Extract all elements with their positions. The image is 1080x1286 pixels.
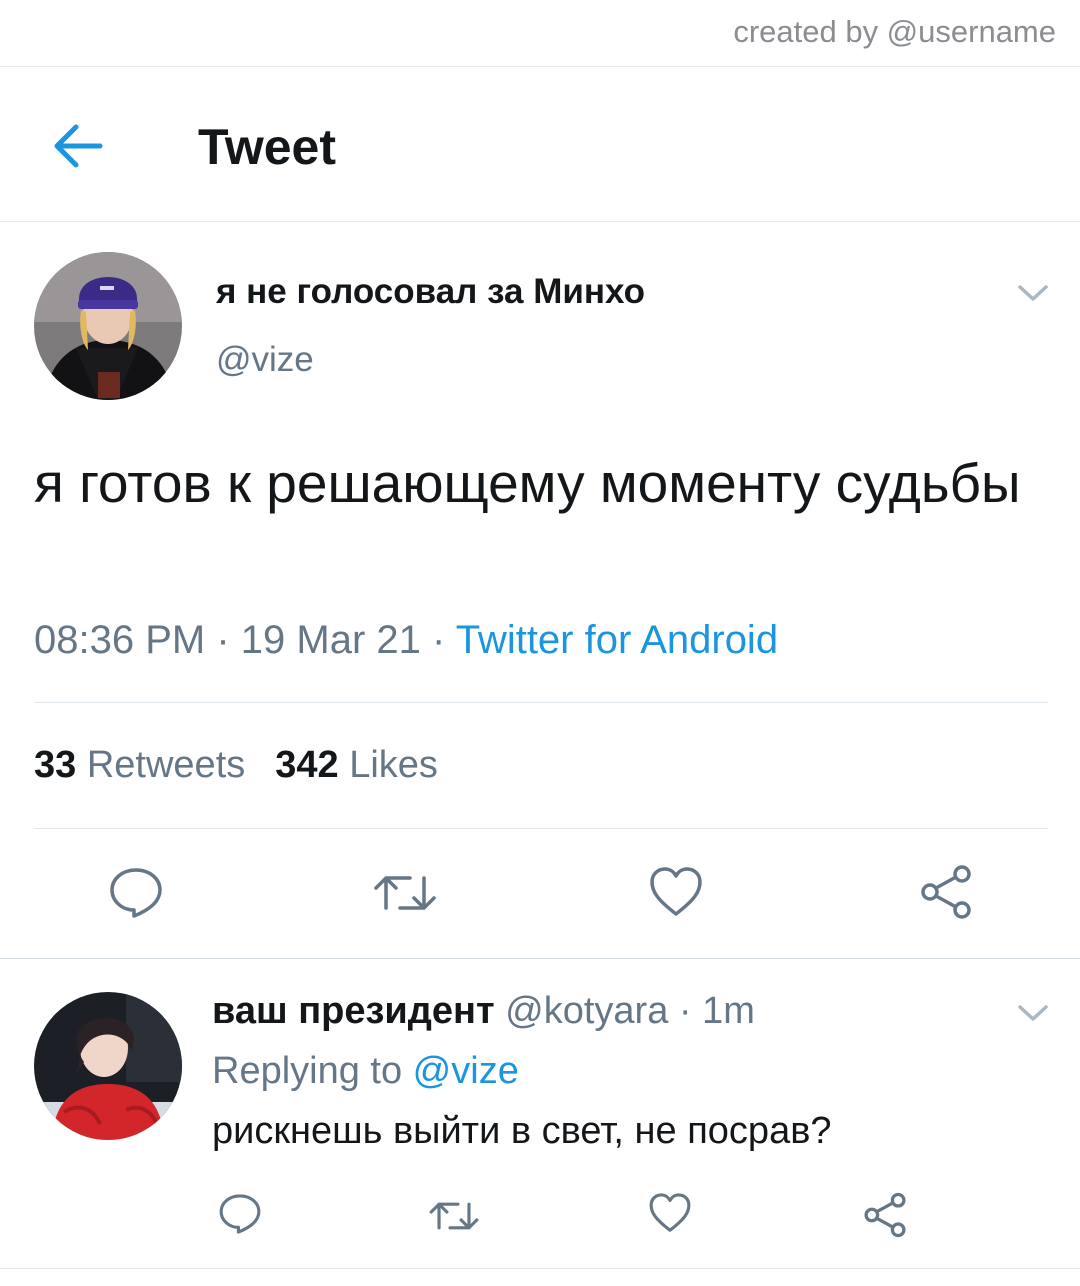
reply-more-options-button[interactable] (1016, 1002, 1050, 1024)
reply-share-button[interactable] (862, 1192, 908, 1243)
divider (34, 702, 1048, 703)
separator: · (668, 990, 703, 1032)
tweet-source-link[interactable]: Twitter for Android (456, 618, 778, 662)
reply-author-line: ваш президент @kotyara · 1m (212, 990, 755, 1033)
share-button[interactable] (918, 864, 974, 925)
divider (0, 1268, 1080, 1269)
retweet-icon (374, 876, 436, 910)
tweet-text: я готов к решающему моменту судьбы (34, 452, 1021, 514)
arrow-left-icon (54, 124, 103, 168)
tweet-meta: 08:36 PM · 19 Mar 21 · Twitter for Andro… (34, 618, 778, 663)
avatar[interactable] (34, 252, 182, 400)
reply-button[interactable] (108, 866, 164, 925)
likes-stat[interactable]: 342 Likes (275, 744, 438, 786)
separator: · (420, 618, 456, 662)
retweets-label: Retweets (86, 744, 246, 786)
replying-to-line: Replying to @vize (212, 1050, 519, 1093)
likes-count: 342 (275, 744, 339, 786)
divider (34, 828, 1048, 829)
likes-label: Likes (349, 744, 438, 786)
like-button[interactable] (648, 866, 704, 923)
share-icon (921, 865, 971, 919)
reply-text: рискнешь выйти в свет, не посрав? (212, 1110, 832, 1152)
divider (0, 66, 1080, 67)
retweet-button[interactable] (372, 868, 438, 923)
author-handle[interactable]: @vize (216, 340, 314, 380)
retweet-icon (429, 1202, 479, 1230)
heart-icon (649, 1193, 691, 1232)
reply-author-name[interactable]: ваш президент (212, 990, 495, 1032)
back-button[interactable] (52, 122, 104, 170)
credit-text: created by @username (733, 14, 1056, 49)
reply-avatar[interactable] (34, 992, 182, 1140)
retweets-stat[interactable]: 33 Retweets (34, 744, 245, 786)
author-name[interactable]: я не голосовал за Минхо (216, 272, 645, 312)
tweet-time: 08:36 PM (34, 618, 206, 662)
chevron-down-icon (1018, 1005, 1048, 1021)
speech-bubble-icon (219, 1194, 261, 1234)
replying-label: Replying to (212, 1050, 413, 1092)
reply-author-handle[interactable]: @kotyara (505, 990, 668, 1032)
reply-retweet-button[interactable] (428, 1196, 480, 1241)
heart-icon (650, 867, 702, 916)
separator: · (205, 618, 241, 662)
tweet-date: 19 Mar 21 (240, 618, 421, 662)
chevron-down-icon (1018, 285, 1048, 301)
retweets-count: 33 (34, 744, 77, 786)
more-options-button[interactable] (1016, 282, 1050, 304)
divider (0, 958, 1080, 959)
reply-like-button[interactable] (648, 1192, 692, 1239)
divider (0, 221, 1080, 222)
speech-bubble-icon (110, 868, 162, 918)
share-icon (864, 1192, 906, 1238)
replying-to-mention[interactable]: @vize (413, 1050, 519, 1092)
reply-age: 1m (702, 990, 755, 1032)
tweet-stats: 33 Retweets 342 Likes (34, 744, 438, 787)
reply-reply-button[interactable] (218, 1192, 262, 1241)
page-title: Tweet (198, 119, 336, 175)
